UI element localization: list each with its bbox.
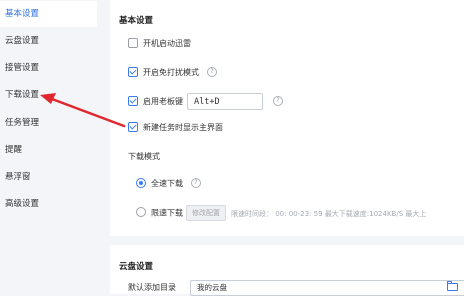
red-arrow-annotation (40, 93, 126, 128)
